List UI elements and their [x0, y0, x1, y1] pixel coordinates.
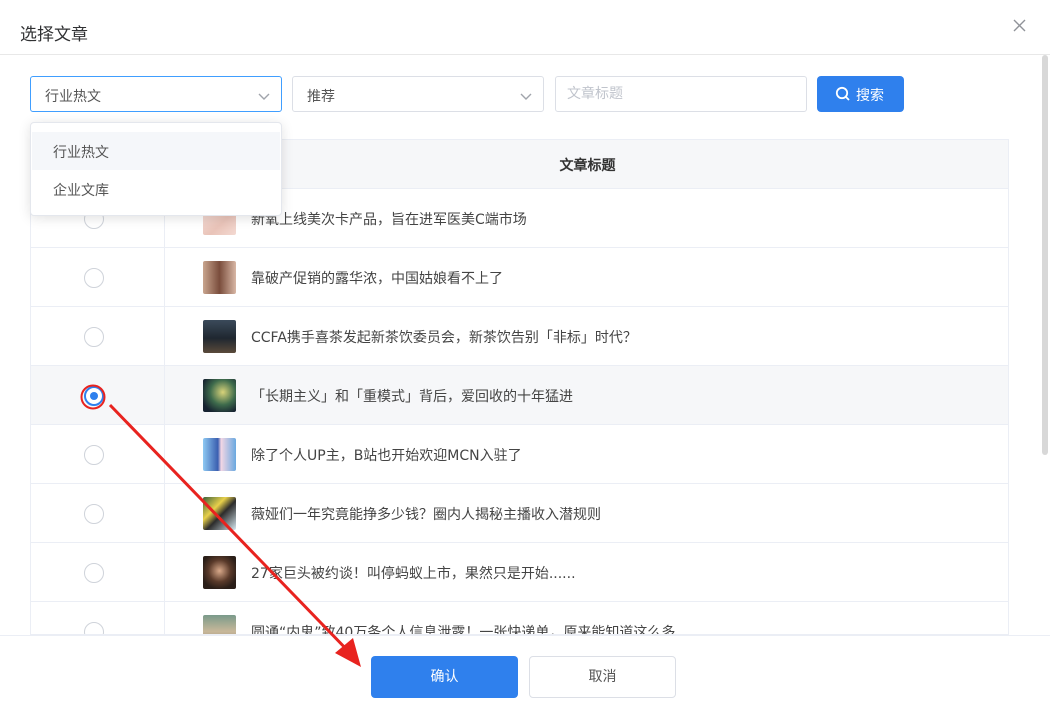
search-button[interactable]: 搜索: [817, 76, 904, 112]
table-row[interactable]: 除了个人UP主，B站也开始欢迎MCN入驻了: [31, 425, 1008, 484]
article-thumbnail: [203, 261, 236, 294]
dropdown-option-industry-hot[interactable]: 行业热文: [32, 132, 280, 170]
chevron-down-icon: [519, 88, 533, 107]
row-select-cell: [31, 425, 165, 484]
row-radio[interactable]: [84, 563, 104, 583]
table-row[interactable]: CCFA携手喜茶发起新茶饮委员会，新茶饮告别「非标」时代？: [31, 307, 1008, 366]
article-thumbnail: [203, 497, 236, 530]
dialog-header: 选择文章: [0, 0, 1050, 55]
article-title: 圆通“内鬼”致40万条个人信息泄露！一张快递单，原来能知道这么多: [251, 625, 676, 635]
category-dropdown-menu: 行业热文 企业文库: [30, 122, 282, 216]
article-title: 「长期主义」和「重模式」背后，爱回收的十年猛进: [251, 389, 573, 405]
row-select-cell: [31, 307, 165, 366]
article-title-search-input[interactable]: [555, 76, 807, 112]
category-select[interactable]: 行业热文: [30, 76, 282, 112]
cancel-button[interactable]: 取消: [529, 656, 676, 698]
sort-select-value: 推荐: [307, 89, 335, 105]
row-radio[interactable]: [84, 268, 104, 288]
row-select-cell: [31, 543, 165, 602]
dialog-title: 选择文章: [20, 25, 88, 45]
article-thumbnail: [203, 556, 236, 589]
article-title: 薇娅们一年究竟能挣多少钱？圈内人揭秘主播收入潜规则: [251, 507, 601, 523]
search-button-label: 搜索: [856, 88, 884, 104]
table-row[interactable]: 圆通“内鬼”致40万条个人信息泄露！一张快递单，原来能知道这么多: [31, 602, 1008, 635]
close-icon[interactable]: [1010, 16, 1030, 36]
row-radio[interactable]: [84, 622, 104, 634]
row-select-cell: [31, 602, 165, 634]
article-thumbnail: [203, 379, 236, 412]
row-select-cell: [31, 366, 165, 425]
select-article-dialog: 选择文章 行业热文 推荐 搜索 文章标题 新氧上线美次卡产品，旨在进军医: [0, 0, 1050, 717]
dialog-footer: [0, 635, 1050, 717]
article-title: 新氧上线美次卡产品，旨在进军医美C端市场: [251, 212, 527, 228]
article-thumbnail: [203, 615, 236, 634]
chevron-down-icon: [257, 88, 271, 107]
dropdown-option-label: 行业热文: [53, 145, 109, 161]
row-radio[interactable]: [84, 445, 104, 465]
row-radio[interactable]: [84, 504, 104, 524]
column-header-title: 文章标题: [559, 158, 616, 174]
article-thumbnail: [203, 320, 236, 353]
article-thumbnail: [203, 438, 236, 471]
table-row[interactable]: 靠破产促销的露华浓，中国姑娘看不上了: [31, 248, 1008, 307]
table-row[interactable]: 薇娅们一年究竟能挣多少钱？圈内人揭秘主播收入潜规则: [31, 484, 1008, 543]
category-select-value: 行业热文: [45, 89, 101, 105]
table-row-selected[interactable]: 「长期主义」和「重模式」背后，爱回收的十年猛进: [31, 366, 1008, 425]
dropdown-option-label: 企业文库: [53, 183, 109, 199]
row-radio[interactable]: [84, 327, 104, 347]
scrollbar-thumb[interactable]: [1042, 55, 1048, 455]
row-radio-checked[interactable]: [84, 386, 104, 406]
table-row[interactable]: 27家巨头被约谈！叫停蚂蚁上市，果然只是开始......: [31, 543, 1008, 602]
row-select-cell: [31, 248, 165, 307]
article-title: 除了个人UP主，B站也开始欢迎MCN入驻了: [251, 448, 522, 464]
confirm-button[interactable]: 确认: [371, 656, 518, 698]
article-title: 靠破产促销的露华浓，中国姑娘看不上了: [251, 271, 503, 287]
article-title: 27家巨头被约谈！叫停蚂蚁上市，果然只是开始......: [251, 566, 576, 582]
row-select-cell: [31, 484, 165, 543]
search-icon: [835, 86, 851, 106]
sort-select[interactable]: 推荐: [292, 76, 544, 112]
article-title: CCFA携手喜茶发起新茶饮委员会，新茶饮告别「非标」时代？: [251, 330, 637, 346]
scrollbar[interactable]: [1040, 55, 1050, 455]
dropdown-option-enterprise-library[interactable]: 企业文库: [32, 170, 280, 208]
